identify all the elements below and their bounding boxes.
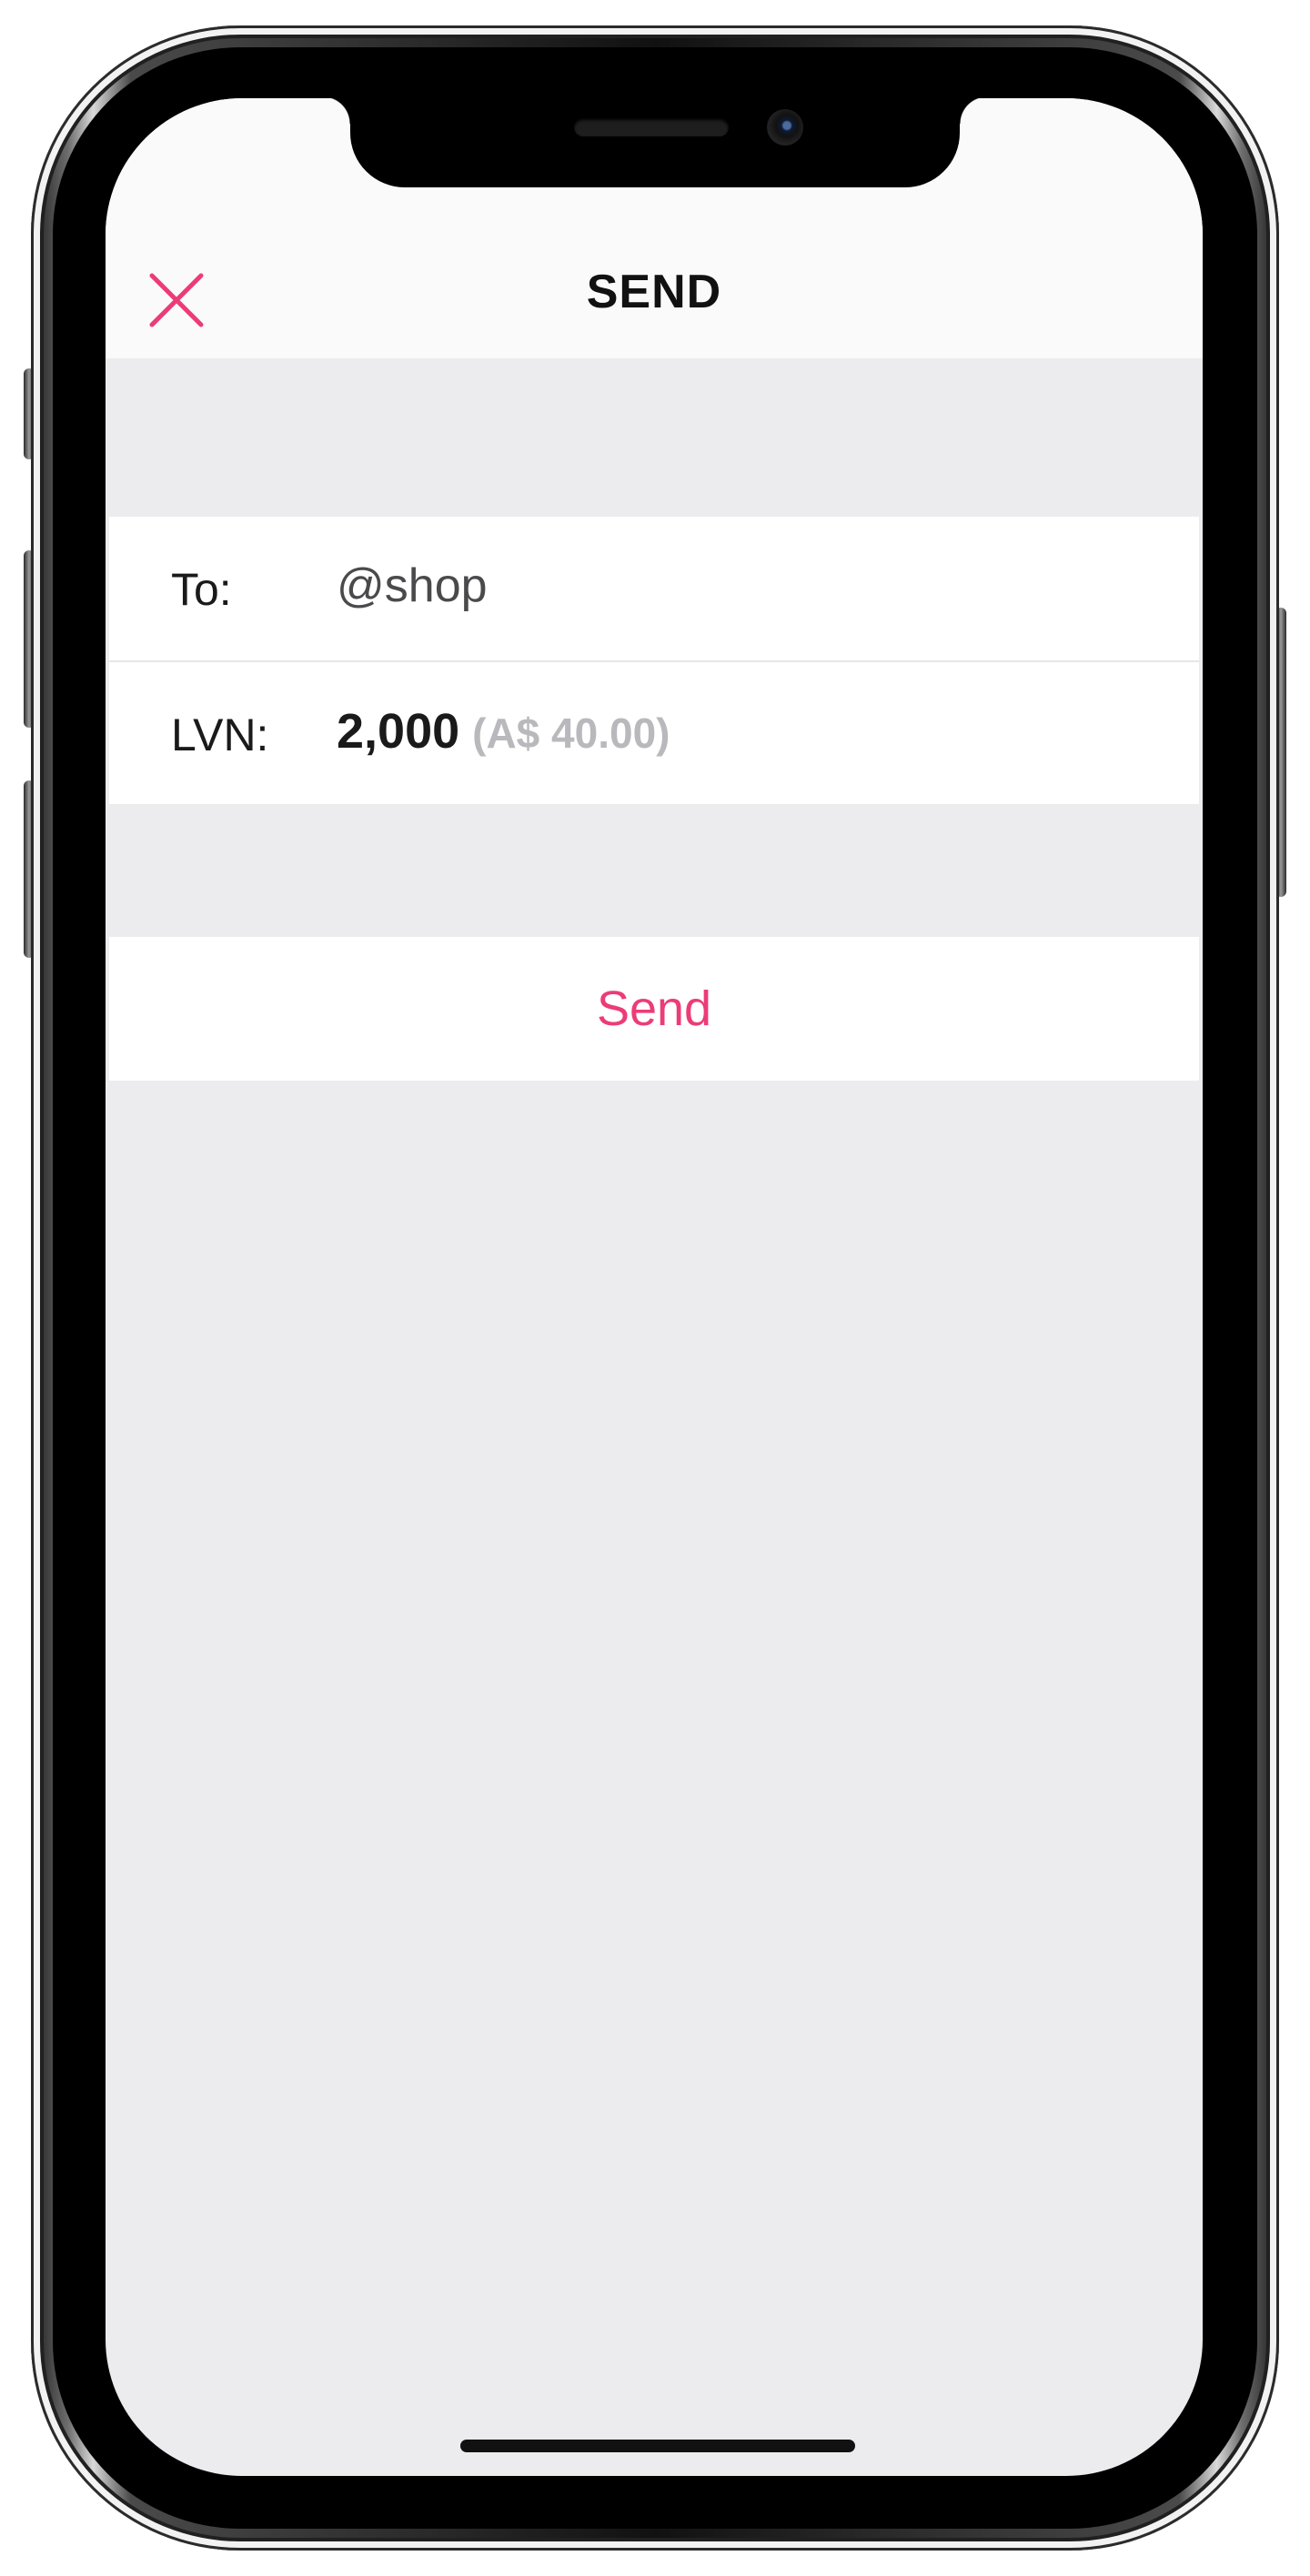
app-screen: SEND To: @shop LVN: 2,000 (A$ 40.00) Send — [106, 98, 1203, 2476]
send-form: To: @shop LVN: 2,000 (A$ 40.00) — [109, 517, 1199, 804]
amount-value: 2,000 — [337, 704, 460, 759]
recipient-label: To: — [171, 564, 232, 615]
front-camera — [767, 109, 803, 146]
device-mockup: SEND To: @shop LVN: 2,000 (A$ 40.00) Send — [0, 0, 1310, 2576]
recipient-field[interactable]: @shop — [337, 558, 488, 613]
home-indicator[interactable] — [460, 2440, 855, 2452]
notch — [323, 98, 987, 187]
recipient-row[interactable]: To: @shop — [109, 517, 1199, 660]
send-button[interactable]: Send — [109, 937, 1199, 1081]
amount-label: LVN: — [171, 709, 269, 760]
amount-field[interactable]: 2,000 (A$ 40.00) — [337, 704, 670, 760]
speaker-grille — [574, 118, 729, 136]
amount-row[interactable]: LVN: 2,000 (A$ 40.00) — [109, 660, 1199, 804]
page-title: SEND — [586, 266, 722, 318]
fiat-equivalent: (A$ 40.00) — [472, 709, 670, 757]
send-button-label: Send — [596, 981, 712, 1036]
